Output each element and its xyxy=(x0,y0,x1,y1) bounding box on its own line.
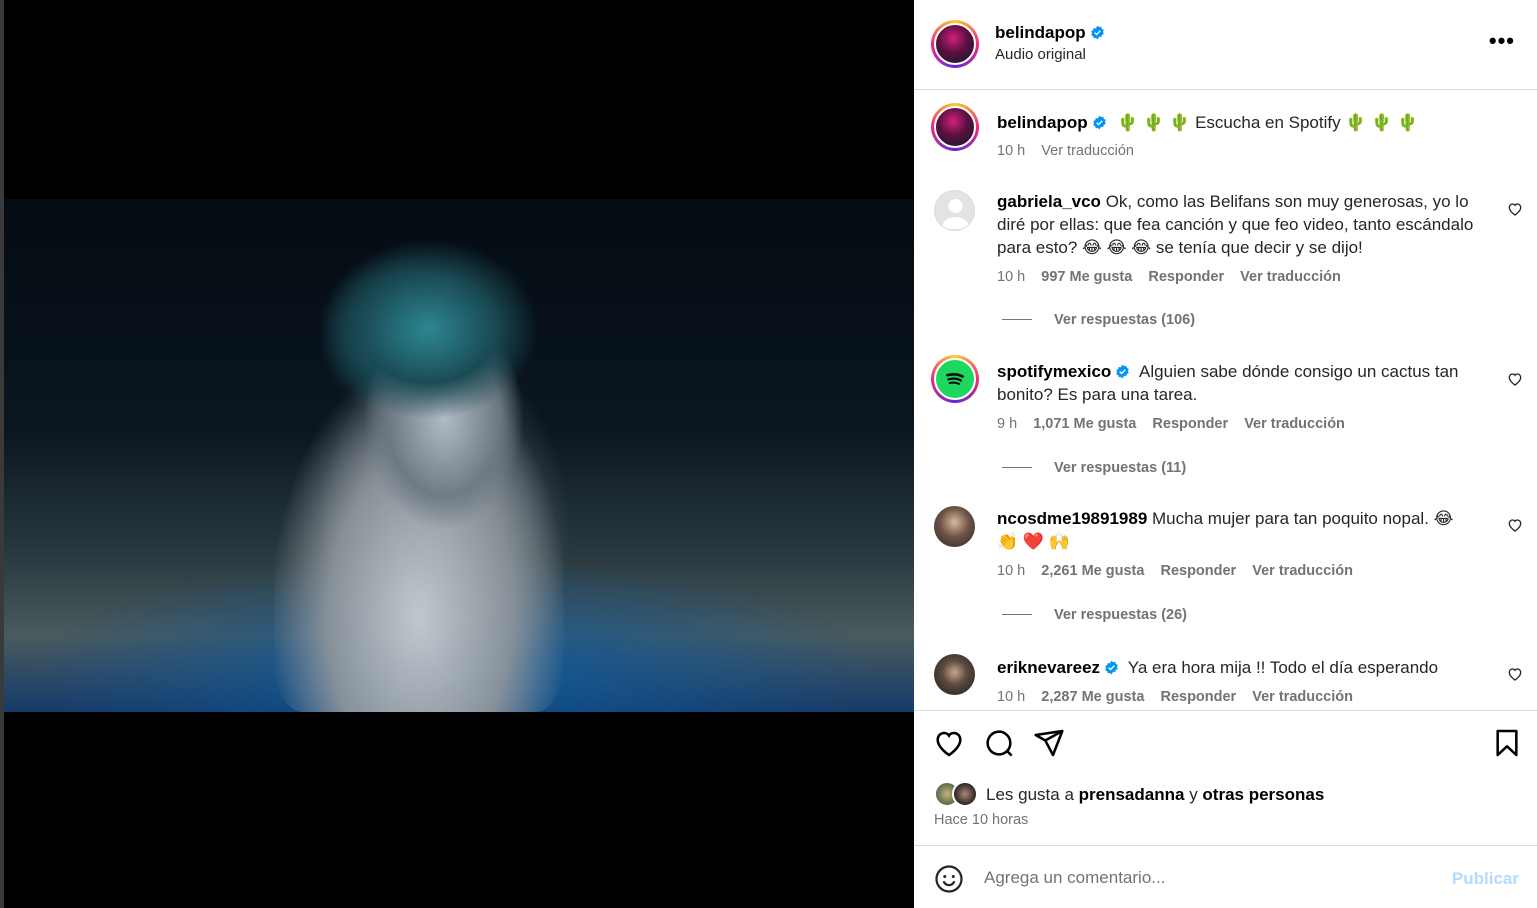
default-avatar-icon xyxy=(941,199,970,229)
reply-button[interactable]: Responder xyxy=(1152,416,1228,432)
comment-time: 10 h xyxy=(997,689,1026,705)
view-replies-button[interactable]: Ver respuestas (26) xyxy=(1002,607,1187,623)
spotify-logo-icon xyxy=(946,373,964,386)
heart-icon[interactable] xyxy=(1507,371,1523,387)
heart-icon[interactable] xyxy=(1507,666,1523,682)
comment-icon[interactable] xyxy=(983,727,1015,759)
comments-list: belindapop 🌵 🌵 🌵 Escucha en Spotify 🌵 🌵 … xyxy=(914,91,1537,709)
comment-avatar[interactable] xyxy=(931,355,979,403)
more-button[interactable]: ••• xyxy=(1489,30,1515,52)
reply-button[interactable]: Responder xyxy=(1160,689,1236,705)
translate-link[interactable]: Ver traducción xyxy=(1244,416,1345,432)
view-replies-button[interactable]: Ver respuestas (11) xyxy=(1002,460,1186,476)
post-header: belindapop Audio original ••• xyxy=(914,0,1537,90)
bookmark-icon[interactable] xyxy=(1491,727,1523,759)
comment-text: Ya era hora mija !! Todo el día esperand… xyxy=(1127,658,1439,677)
likes-summary[interactable]: Les gusta a prensadanna y otras personas xyxy=(934,781,1324,807)
comment-likes[interactable]: 2,261 Me gusta xyxy=(1041,563,1144,579)
like-icon[interactable] xyxy=(933,727,965,759)
comment-composer: Publicar xyxy=(914,845,1537,908)
caption-username[interactable]: belindapop xyxy=(997,113,1088,132)
comment-username[interactable]: spotifymexico xyxy=(997,362,1111,381)
post-time[interactable]: Hace 10 horas xyxy=(934,812,1028,828)
post-panel: belindapop Audio original ••• belindapop… xyxy=(914,0,1537,908)
heart-icon[interactable] xyxy=(1507,201,1523,217)
comment-avatar[interactable] xyxy=(934,190,975,231)
share-icon[interactable] xyxy=(1033,727,1065,759)
reply-button[interactable]: Responder xyxy=(1148,269,1224,285)
comment-likes[interactable]: 2,287 Me gusta xyxy=(1041,689,1144,705)
view-replies-button[interactable]: Ver respuestas (106) xyxy=(1002,312,1195,328)
verified-icon xyxy=(1105,660,1118,675)
comment-input[interactable] xyxy=(984,864,1424,892)
post-video[interactable] xyxy=(4,199,914,712)
comment-username[interactable]: gabriela_vco xyxy=(997,192,1101,211)
emoji-icon[interactable] xyxy=(934,864,964,894)
more-icon: ••• xyxy=(1488,28,1515,53)
author-username[interactable]: belindapop xyxy=(995,23,1086,42)
heart-icon[interactable] xyxy=(1507,517,1523,533)
likes-conj: y xyxy=(1189,785,1198,804)
likes-prefix: Les gusta a xyxy=(986,785,1074,804)
comment-time: 9 h xyxy=(997,416,1018,432)
translate-link[interactable]: Ver traducción xyxy=(1240,269,1341,285)
translate-link[interactable]: Ver traducción xyxy=(1252,563,1353,579)
likes-user[interactable]: prensadanna xyxy=(1079,785,1185,804)
verified-icon xyxy=(1116,364,1130,379)
caption-avatar[interactable] xyxy=(931,103,979,151)
video-subject xyxy=(274,219,564,712)
liker-avatars xyxy=(934,781,980,807)
translate-link[interactable]: Ver traducción xyxy=(1252,689,1353,705)
media-pane xyxy=(0,0,914,908)
post-actions: Les gusta a prensadanna y otras personas… xyxy=(914,710,1537,845)
verified-icon xyxy=(1092,115,1106,130)
comment-avatar[interactable] xyxy=(934,654,975,695)
caption-text: 🌵 🌵 🌵 Escucha en Spotify 🌵 🌵 🌵 xyxy=(1117,113,1419,132)
audio-label[interactable]: Audio original xyxy=(995,46,1105,63)
comment-time: 10 h xyxy=(997,269,1026,285)
caption-translate-link[interactable]: Ver traducción xyxy=(1041,143,1134,159)
reply-button[interactable]: Responder xyxy=(1160,563,1236,579)
comment-avatar[interactable] xyxy=(934,506,975,547)
post-modal: belindapop Audio original ••• belindapop… xyxy=(0,0,1537,908)
author-avatar[interactable] xyxy=(931,20,979,68)
comment-username[interactable]: ncosdme19891989 xyxy=(997,509,1147,528)
likes-others[interactable]: otras personas xyxy=(1202,785,1324,804)
comment-time: 10 h xyxy=(997,563,1026,579)
verified-icon xyxy=(1090,25,1104,40)
caption-time: 10 h xyxy=(997,143,1026,159)
comment-username[interactable]: eriknevareez xyxy=(997,658,1100,677)
comment-likes[interactable]: 997 Me gusta xyxy=(1041,269,1132,285)
comment-likes[interactable]: 1,071 Me gusta xyxy=(1033,416,1136,432)
publish-button[interactable]: Publicar xyxy=(1452,869,1519,889)
